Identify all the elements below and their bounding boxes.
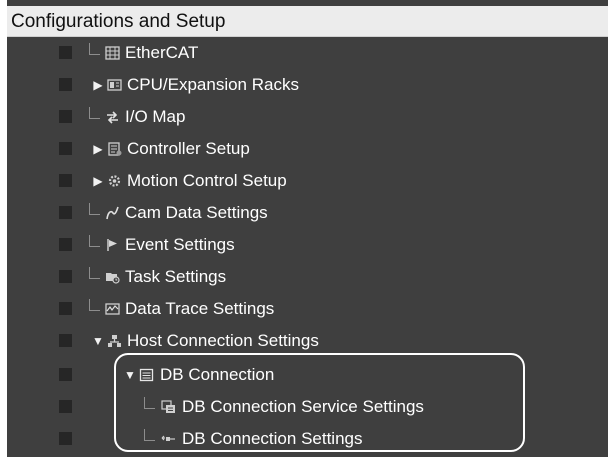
status-square-icon — [59, 46, 72, 59]
gear-icon — [108, 175, 121, 187]
io-map-icon — [107, 111, 118, 124]
tree-item-ethercat[interactable]: EtherCAT — [7, 37, 608, 69]
tree-item-task-settings[interactable]: Task Settings — [7, 261, 608, 293]
db-link-icon — [161, 435, 175, 441]
tree-connector-icon — [89, 107, 100, 119]
tree-item-db-connection[interactable]: ▼ DB Connection — [7, 359, 608, 391]
list-icon — [139, 368, 154, 382]
tree-connector-icon — [144, 429, 155, 441]
tree-item-label: DB Connection Settings — [182, 429, 363, 448]
status-square-icon — [59, 142, 72, 155]
triangle-right-icon[interactable]: ▶ — [91, 165, 105, 197]
tree-item-cam-data-settings[interactable]: Cam Data Settings — [7, 197, 608, 229]
triangle-right-icon[interactable]: ▶ — [91, 69, 105, 101]
tree-item-label: Host Connection Settings — [127, 331, 319, 350]
tree-item-db-connection-settings[interactable]: DB Connection Settings — [7, 423, 608, 455]
tree-item-host-connection-settings[interactable]: ▼ Host Connection Settings — [7, 325, 608, 357]
tree-item-label: Event Settings — [125, 235, 235, 254]
tree-connector-icon — [89, 43, 100, 55]
status-square-icon — [59, 270, 72, 283]
status-square-icon — [59, 174, 72, 187]
tree-connector-icon — [89, 235, 100, 247]
ethercat-icon — [105, 46, 120, 60]
tree-connector-icon — [89, 203, 100, 215]
trace-icon — [105, 303, 120, 315]
tree-item-cpu-expansion-racks[interactable]: ▶ CPU/Expansion Racks — [7, 69, 608, 101]
service-settings-icon — [161, 400, 175, 413]
triangle-down-icon[interactable]: ▼ — [91, 325, 105, 357]
status-square-icon — [59, 368, 72, 381]
controller-setup-icon — [108, 142, 122, 156]
tree-header-label: Configurations and Setup — [11, 11, 226, 32]
tree-item-io-map[interactable]: I/O Map — [7, 101, 608, 133]
racks-icon — [107, 79, 122, 91]
status-square-icon — [59, 302, 72, 315]
triangle-down-icon[interactable]: ▼ — [123, 359, 137, 391]
tree-item-label: EtherCAT — [125, 43, 199, 62]
triangle-right-icon[interactable]: ▶ — [91, 133, 105, 165]
tree-item-label: Task Settings — [125, 267, 227, 286]
configuration-tree-panel: ▼ Configurations and Setup EtherCAT ▶ CPU… — [7, 0, 608, 457]
status-square-icon — [59, 78, 72, 91]
flag-icon — [107, 239, 117, 251]
tree-header-configurations-and-setup[interactable]: ▼ Configurations and Setup — [7, 6, 608, 37]
tree-item-db-connection-service-settings[interactable]: DB Connection Service Settings — [7, 391, 608, 423]
tree-item-label: CPU/Expansion Racks — [127, 75, 299, 94]
status-square-icon — [59, 110, 72, 123]
status-square-icon — [59, 400, 72, 413]
tree-item-motion-control-setup[interactable]: ▶ Motion Control Setup — [7, 165, 608, 197]
tree-item-label: DB Connection Service Settings — [182, 397, 424, 416]
tree-item-label: Motion Control Setup — [127, 171, 287, 190]
tree-connector-icon — [89, 267, 100, 279]
task-icon — [106, 273, 120, 284]
status-square-icon — [59, 432, 72, 445]
tree-item-label: Cam Data Settings — [125, 203, 268, 222]
tree-item-label: DB Connection — [160, 365, 275, 384]
status-square-icon — [59, 238, 72, 251]
status-square-icon — [59, 334, 72, 347]
tree-connector-icon — [144, 397, 155, 409]
tree-item-data-trace-settings[interactable]: Data Trace Settings — [7, 293, 608, 325]
tree-item-controller-setup[interactable]: ▶ Controller Setup — [7, 133, 608, 165]
triangle-down-icon[interactable]: ▼ — [11, 6, 27, 37]
cam-curve-icon — [106, 206, 119, 220]
tree-item-label: Data Trace Settings — [125, 299, 275, 318]
tree-item-event-settings[interactable]: Event Settings — [7, 229, 608, 261]
tree-item-label: I/O Map — [125, 107, 186, 126]
status-square-icon — [59, 206, 72, 219]
host-connection-icon — [108, 335, 121, 347]
tree-connector-icon — [89, 299, 100, 311]
tree-item-label: Controller Setup — [127, 139, 250, 158]
